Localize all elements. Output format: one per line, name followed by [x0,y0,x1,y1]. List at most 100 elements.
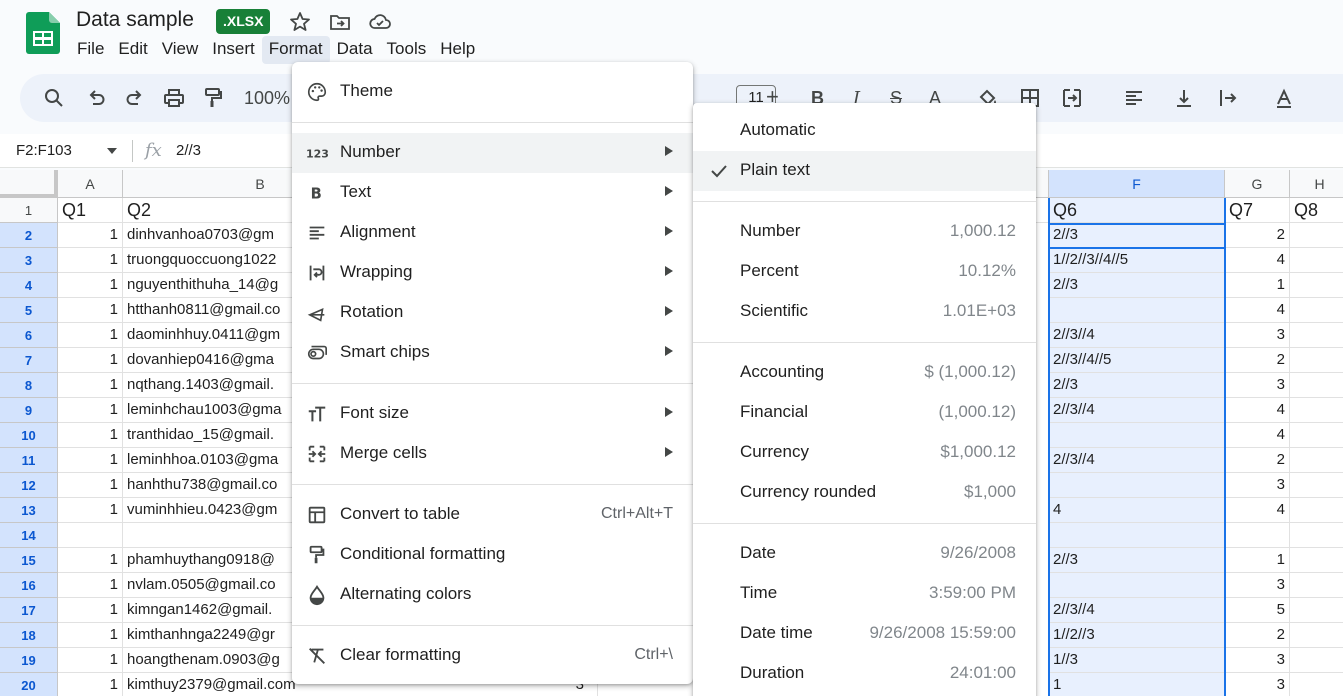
column-header-h[interactable]: H [1290,170,1343,198]
cell-g[interactable]: 2 [1225,623,1290,648]
cell-h[interactable] [1290,548,1343,573]
cell-g[interactable]: 3 [1225,648,1290,673]
menu-file[interactable]: File [70,36,111,64]
format-menu-theme[interactable]: Theme [292,72,693,112]
menu-data[interactable]: Data [330,36,380,64]
format-menu-font-size[interactable]: Font size [292,394,693,434]
cell-h[interactable] [1290,673,1343,696]
undo-icon[interactable] [84,86,108,110]
menu-format[interactable]: Format [261,36,330,64]
column-header-f[interactable]: F [1049,170,1225,198]
cell-a[interactable]: 1 [58,623,123,648]
select-all-corner[interactable] [0,170,58,198]
cell-a[interactable]: 1 [58,348,123,373]
cell-h[interactable] [1290,273,1343,298]
cell-h[interactable] [1290,373,1343,398]
row-header[interactable]: 6 [0,323,58,348]
cell-a[interactable]: 1 [58,298,123,323]
row-header[interactable]: 8 [0,373,58,398]
number-format-accounting[interactable]: Accounting $ (1,000.12) [693,353,1036,393]
row-header[interactable]: 13 [0,498,58,523]
number-format-date-time[interactable]: Date time 9/26/2008 15:59:00 [693,614,1036,654]
menu-insert[interactable]: Insert [205,36,262,64]
row-header[interactable]: 17 [0,598,58,623]
menu-view[interactable]: View [155,36,206,64]
number-format-date[interactable]: Date 9/26/2008 [693,534,1036,574]
text-rotation-toolbar-icon[interactable] [1272,86,1296,110]
cell-g[interactable]: 2 [1225,223,1290,248]
row-header[interactable]: 14 [0,523,58,548]
name-box[interactable]: F2:F103 [16,142,72,159]
cell-a[interactable]: 1 [58,423,123,448]
header-cell-a[interactable]: Q1 [58,198,123,223]
cell-g[interactable]: 4 [1225,398,1290,423]
document-title[interactable]: Data sample [76,8,194,32]
cell-h[interactable] [1290,448,1343,473]
column-header-g[interactable]: G [1225,170,1290,198]
cell-a[interactable]: 1 [58,398,123,423]
row-header[interactable]: 7 [0,348,58,373]
cell-g[interactable]: 4 [1225,498,1290,523]
format-menu-wrapping[interactable]: Wrapping [292,253,693,293]
cell-h[interactable] [1290,223,1343,248]
number-format-financial[interactable]: Financial (1,000.12) [693,393,1036,433]
cell-g[interactable]: 4 [1225,248,1290,273]
row-header[interactable]: 20 [0,673,58,696]
cell-a[interactable]: 1 [58,373,123,398]
horizontal-align-icon[interactable] [1122,86,1146,110]
cell-a[interactable]: 1 [58,498,123,523]
chevron-down-icon[interactable] [106,147,118,155]
row-header[interactable]: 10 [0,423,58,448]
cell-h[interactable] [1290,298,1343,323]
row-header[interactable]: 3 [0,248,58,273]
formula-input[interactable]: 2//3 [176,142,201,159]
cell-a[interactable]: 1 [58,548,123,573]
cell-a[interactable]: 1 [58,573,123,598]
cell-g[interactable]: 4 [1225,298,1290,323]
number-format-duration[interactable]: Duration 24:01:00 [693,654,1036,694]
format-menu-alignment[interactable]: Alignment [292,213,693,253]
cell-h[interactable] [1290,523,1343,548]
cell-a[interactable]: 1 [58,673,123,696]
header-cell-h[interactable]: Q8 [1290,198,1343,223]
cell-g[interactable]: 2 [1225,348,1290,373]
format-menu-merge-cells[interactable]: Merge cells [292,434,693,474]
row-header[interactable]: 2 [0,223,58,248]
paint-format-icon[interactable] [201,86,225,110]
number-format-scientific[interactable]: Scientific 1.01E+03 [693,292,1036,332]
number-format-number[interactable]: Number 1,000.12 [693,212,1036,252]
row-header[interactable]: 16 [0,573,58,598]
move-folder-icon[interactable] [328,10,352,34]
format-menu-conditional-formatting[interactable]: Conditional formatting [292,535,693,575]
sheets-logo-icon[interactable] [26,12,60,54]
cell-a[interactable]: 1 [58,598,123,623]
cell-g[interactable]: 3 [1225,573,1290,598]
cell-g[interactable]: 3 [1225,473,1290,498]
cell-a[interactable]: 1 [58,223,123,248]
cell-a[interactable]: 1 [58,448,123,473]
number-format-currency-rounded[interactable]: Currency rounded $1,000 [693,473,1036,513]
header-cell-g[interactable]: Q7 [1225,198,1290,223]
cell-g[interactable]: 1 [1225,548,1290,573]
row-header[interactable]: 4 [0,273,58,298]
column-header-a[interactable]: A [58,170,123,198]
cell-a[interactable]: 1 [58,273,123,298]
cell-g[interactable]: 3 [1225,323,1290,348]
cell-h[interactable] [1290,598,1343,623]
row-header[interactable]: 5 [0,298,58,323]
format-menu-convert-to-table[interactable]: Convert to table Ctrl+Alt+T [292,495,693,535]
format-menu-number[interactable]: 123 Number [292,133,693,173]
cell-g[interactable]: 4 [1225,423,1290,448]
cell-h[interactable] [1290,623,1343,648]
cell-h[interactable] [1290,498,1343,523]
text-wrapping-icon[interactable] [1216,86,1240,110]
format-menu-clear-formatting[interactable]: Clear formatting Ctrl+\ [292,636,693,676]
format-menu-rotation[interactable]: Rotation [292,293,693,333]
cell-a[interactable]: 1 [58,323,123,348]
cell-h[interactable] [1290,348,1343,373]
format-menu-smart-chips[interactable]: Smart chips [292,333,693,373]
star-icon[interactable] [288,10,312,34]
cell-h[interactable] [1290,473,1343,498]
cell-h[interactable] [1290,648,1343,673]
row-header[interactable]: 18 [0,623,58,648]
